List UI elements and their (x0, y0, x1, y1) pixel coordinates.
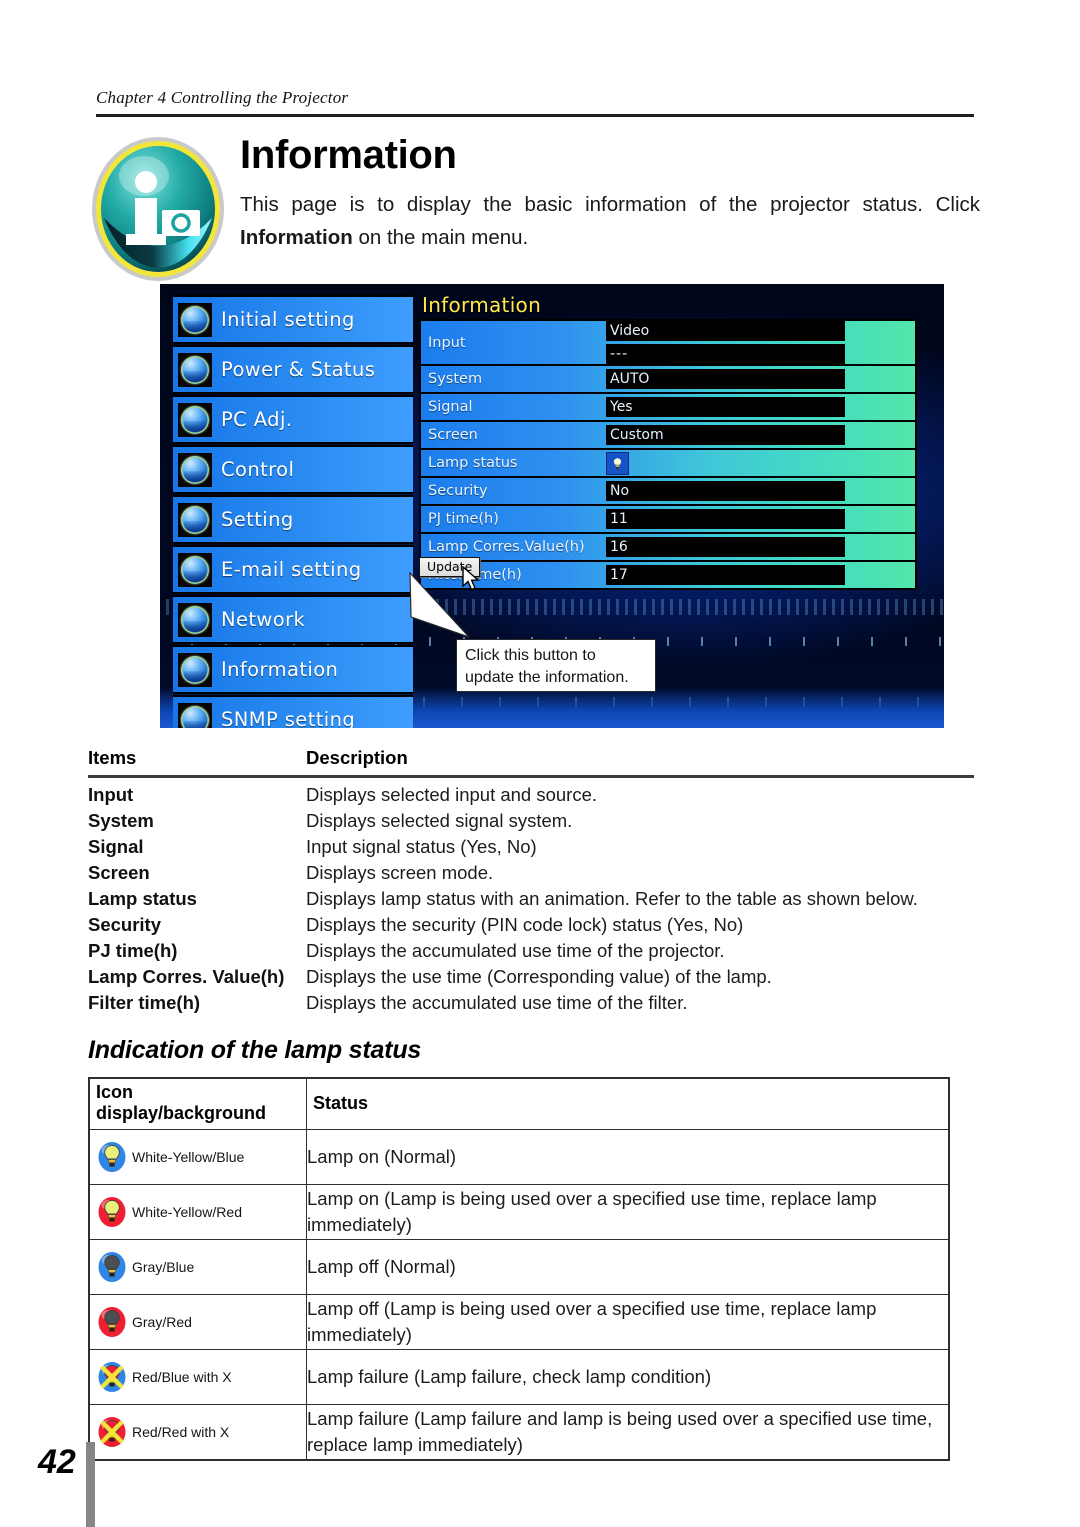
lamp-icon-cell: Red/Red with X (88, 1404, 307, 1461)
screenshot-frame (157, 281, 947, 731)
lamp-status-row: Gray/Red Lamp off (Lamp is being used ove… (88, 1294, 950, 1350)
lamp-icon-cell: Gray/Red (88, 1294, 307, 1350)
lamp-status-text: Lamp on (Normal) (306, 1129, 950, 1185)
lamp-gray-blue-icon (97, 1251, 127, 1283)
lamp-icon-cell: Gray/Blue (88, 1239, 307, 1295)
lamp-white-yellow-blue-icon (97, 1141, 127, 1173)
items-table-header: Items Description (88, 747, 974, 769)
item-name: Signal (88, 836, 144, 857)
item-name: Input (88, 784, 134, 805)
item-description: Displays screen mode. (306, 862, 494, 883)
item-name: Lamp status (88, 888, 197, 909)
lamp-icon-column-header: Icon display/background (88, 1077, 307, 1130)
lamp-icon-caption: White-Yellow/Red (132, 1204, 242, 1220)
footer-bar (86, 1442, 95, 1527)
header-rule (96, 114, 974, 117)
intro-text-2: on the main menu. (352, 226, 529, 249)
item-name: PJ time(h) (88, 940, 178, 961)
lamp-status-row: White-Yellow/Red Lamp on (Lamp is being u… (88, 1184, 950, 1240)
lamp-status-row: White-Yellow/Blue Lamp on (Normal) (88, 1129, 950, 1185)
information-badge-icon (88, 134, 228, 284)
lamp-red-blue-cross-icon (97, 1361, 127, 1393)
lamp-icon-caption: Gray/Blue (132, 1259, 195, 1275)
lamp-icon-cell: White-Yellow/Blue (88, 1129, 307, 1185)
items-table-row: System Displays selected signal system. (88, 810, 978, 836)
items-table-row: PJ time(h) Displays the accumulated use t… (88, 940, 978, 966)
lamp-icon-cell: White-Yellow/Red (88, 1184, 307, 1240)
intro-bold-term: Information (240, 226, 353, 249)
description-column-header: Description (306, 747, 408, 768)
items-table-row: Security Displays the security (PIN code … (88, 914, 978, 940)
lamp-status-column-header: Status (306, 1077, 950, 1130)
intro-text-1: This page is to display the basic inform… (240, 193, 980, 216)
item-description: Displays selected input and source. (306, 784, 598, 805)
page-number: 42 (38, 1443, 76, 1481)
lamp-icon-caption: Red/Red with X (132, 1424, 230, 1440)
lamp-status-text: Lamp off (Lamp is being used over a spec… (306, 1294, 950, 1350)
item-name: Security (88, 914, 162, 935)
item-description: Displays the accumulated use time of the… (306, 940, 725, 961)
page-title: Information (240, 133, 457, 177)
item-name: System (88, 810, 154, 831)
intro-paragraph: This page is to display the basic inform… (240, 188, 980, 254)
items-table-body: Input Displays selected input and source.… (88, 784, 978, 1018)
lamp-white-yellow-red-icon (97, 1196, 127, 1228)
lamp-status-table: Icon display/background Status White-Yel… (88, 1077, 950, 1461)
lamp-status-text: Lamp failure (Lamp failure and lamp is b… (306, 1404, 950, 1461)
lamp-status-row: Gray/Blue Lamp off (Normal) (88, 1239, 950, 1295)
item-name: Lamp Corres. Value(h) (88, 966, 285, 987)
lamp-status-row: Red/Blue with X Lamp failure (Lamp failur… (88, 1349, 950, 1405)
lamp-status-text: Lamp off (Normal) (306, 1239, 950, 1295)
lamp-icon-caption: Gray/Red (132, 1314, 192, 1330)
item-name: Screen (88, 862, 150, 883)
items-table-row: Lamp Corres. Value(h) Displays the use ti… (88, 966, 978, 992)
lamp-icon-caption: White-Yellow/Blue (132, 1149, 245, 1165)
lamp-status-row: Red/Red with X Lamp failure (Lamp failure… (88, 1404, 950, 1461)
lamp-icon-cell: Red/Blue with X (88, 1349, 307, 1405)
item-description: Displays lamp status with an animation. … (306, 888, 918, 909)
item-description: Displays the use time (Corresponding val… (306, 966, 772, 987)
item-description: Displays the accumulated use time of the… (306, 992, 688, 1013)
item-description: Displays the security (PIN code lock) st… (306, 914, 744, 935)
item-description: Input signal status (Yes, No) (306, 836, 537, 857)
items-table-row: Filter time(h) Displays the accumulated u… (88, 992, 978, 1018)
lamp-status-text: Lamp failure (Lamp failure, check lamp c… (306, 1349, 950, 1405)
item-name: Filter time(h) (88, 992, 201, 1013)
items-table-row: Input Displays selected input and source. (88, 784, 978, 810)
lamp-gray-red-icon (97, 1306, 127, 1338)
items-table-row: Signal Input signal status (Yes, No) (88, 836, 978, 862)
items-table-rule (88, 775, 974, 778)
lamp-status-text: Lamp on (Lamp is being used over a speci… (306, 1184, 950, 1240)
lamp-icon-caption: Red/Blue with X (132, 1369, 232, 1385)
lamp-table-header-row: Icon display/background Status (88, 1077, 950, 1130)
items-table-row: Lamp status Displays lamp status with an … (88, 888, 978, 914)
items-column-header: Items (88, 747, 137, 768)
items-table-row: Screen Displays screen mode. (88, 862, 978, 888)
lamp-status-section-title: Indication of the lamp status (88, 1036, 422, 1064)
lamp-red-red-cross-icon (97, 1416, 127, 1448)
chapter-running-head: Chapter 4 Controlling the Projector (96, 88, 349, 107)
projector-web-ui-screenshot: Initial setting Power & Status PC Adj. Cont… (157, 281, 947, 731)
item-description: Displays selected signal system. (306, 810, 573, 831)
